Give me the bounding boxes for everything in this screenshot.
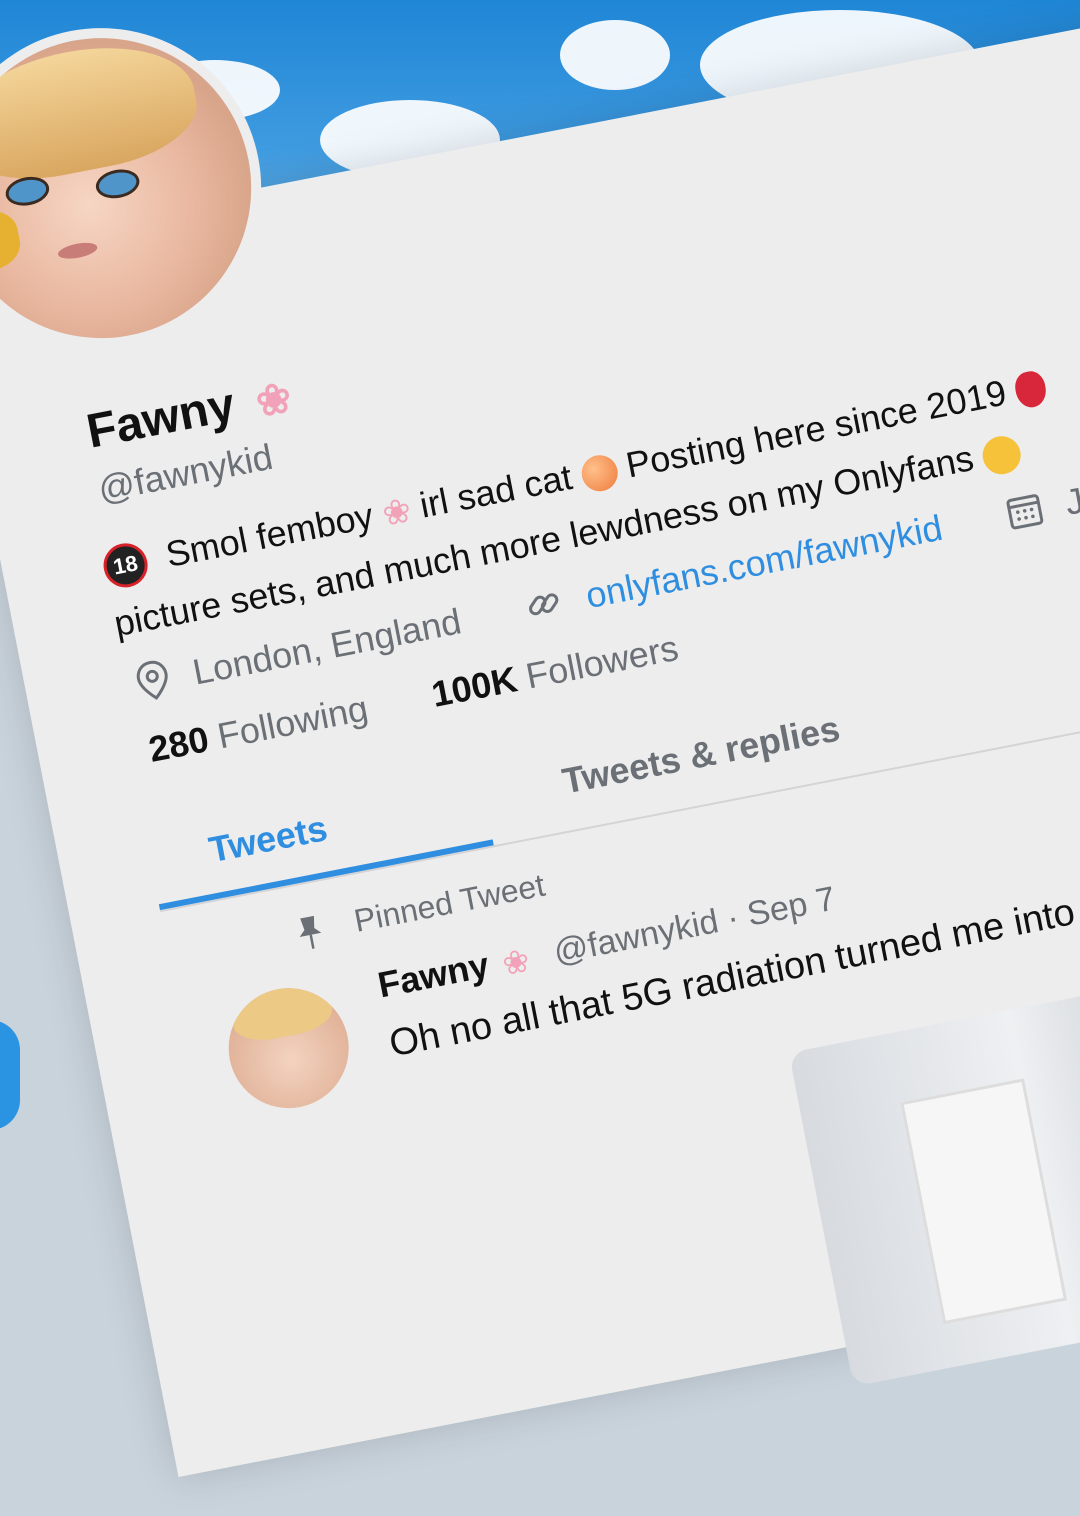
link-icon <box>529 593 559 616</box>
strawberry-icon <box>1012 369 1049 411</box>
calendar-icon <box>1006 494 1043 530</box>
smiling-face-with-hearts-icon <box>979 432 1025 478</box>
following-count[interactable]: 280 Following <box>145 687 371 770</box>
location-icon <box>136 661 168 701</box>
tweet-author-handle[interactable]: @fawnykid <box>551 902 722 971</box>
pin-icon <box>299 915 322 949</box>
peach-icon <box>578 452 621 495</box>
cherry-blossom-icon: ❀ <box>499 941 533 983</box>
tweet-media-image[interactable] <box>788 945 1080 1387</box>
profile-page: Fawny ❀ @fawnykid 18 Smol femboy ❀ irl sa… <box>0 0 1080 1478</box>
tweet-date[interactable]: · Sep 7 <box>724 880 839 938</box>
cherry-blossom-icon: ❀ <box>379 491 415 535</box>
tab-tweets[interactable]: Tweets <box>206 807 331 871</box>
tab-tweets-and-replies[interactable]: Tweets & replies <box>559 708 843 803</box>
cherry-blossom-icon: ❀ <box>251 372 296 426</box>
profile-joined-date: Joine <box>1061 466 1080 524</box>
compose-tweet-button[interactable] <box>0 1020 20 1130</box>
tweet-author-avatar[interactable] <box>218 977 360 1119</box>
tweet-author-name[interactable]: Fawny <box>374 944 492 1006</box>
no-under-18-icon: 18 <box>99 540 152 592</box>
